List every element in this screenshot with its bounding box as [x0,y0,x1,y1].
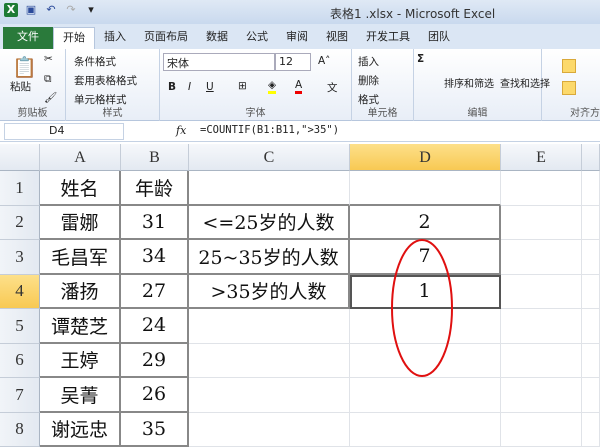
underline-button[interactable]: U [206,81,214,93]
cell-a8[interactable]: 谢远忠 [40,413,121,447]
editing-label: 编辑 [414,104,541,119]
save-icon[interactable]: ▣ [24,3,38,17]
tab-page-layout[interactable]: 页面布局 [135,27,197,49]
delete-cells-button[interactable]: 删除 [358,73,379,88]
window-title: 表格1 .xlsx - Microsoft Excel [330,5,495,22]
cell-b8[interactable]: 35 [121,413,189,447]
cell-d8[interactable] [350,413,501,447]
align-middle-button[interactable] [562,59,576,73]
styles-label: 样式 [66,104,159,119]
cells-label: 单元格 [352,104,413,119]
excel-icon[interactable]: X [4,3,18,17]
align-center-button[interactable] [562,81,576,95]
styles-group: 条件格式 套用表格格式 单元格样式 样式 [66,49,160,121]
customize-icon[interactable]: ▾ [84,3,98,17]
redo-icon[interactable]: ↷ [64,3,78,17]
tab-file[interactable]: 文件 [3,27,53,49]
formula-bar: D4 fx =COUNTIF(B1:B11,">35") [0,121,600,142]
font-color-icon[interactable]: A [295,79,302,94]
phonetic-icon[interactable]: 文 [327,80,338,95]
sort-filter-button[interactable]: 排序和筛选 [444,75,494,90]
tab-developer[interactable]: 开发工具 [357,27,419,49]
formula-input[interactable]: =COUNTIF(B1:B11,">35") [200,124,339,136]
paste-button[interactable]: 粘贴 [10,79,31,94]
cell-f8[interactable] [582,413,600,447]
cut-icon[interactable]: ✂ [44,53,53,65]
format-painter-icon[interactable]: 🖌 [44,91,57,104]
alignment-group: 对齐方 [542,49,600,121]
clipboard-group: 📋 粘贴 ✂ ⧉ 🖌 剪贴板 [0,49,66,121]
italic-button[interactable]: I [188,81,191,93]
tab-team[interactable]: 团队 [419,27,459,49]
conditional-format-button[interactable]: 条件格式 [74,54,116,69]
cell-e8[interactable] [501,413,582,447]
paste-icon[interactable]: 📋 [12,55,37,79]
tab-review[interactable]: 审阅 [277,27,317,49]
name-box[interactable]: D4 [4,123,124,140]
font-name-select[interactable]: 宋体 [163,53,275,71]
copy-icon[interactable]: ⧉ [44,73,52,86]
fill-color-icon[interactable]: ◈ [268,79,276,94]
tab-insert[interactable]: 插入 [95,27,135,49]
cell-c8[interactable] [189,413,350,447]
clipboard-label: 剪贴板 [0,104,65,119]
row-header-8[interactable]: 8 [0,413,40,447]
editing-group: Σ 排序和筛选 查找和选择 编辑 [414,49,542,121]
border-icon[interactable]: ⊞ [238,80,247,92]
red-ellipse-annotation [0,142,600,400]
autosum-button[interactable]: Σ [417,53,424,65]
spreadsheet-grid: A B C D E 1姓名年龄2雷娜31<=25岁的人数23毛昌军3425~35… [0,142,600,400]
tab-view[interactable]: 视图 [317,27,357,49]
format-as-table-button[interactable]: 套用表格格式 [74,73,137,88]
ribbon: 📋 粘贴 ✂ ⧉ 🖌 剪贴板 条件格式 套用表格格式 单元格样式 样式 宋体 1… [0,49,600,121]
quick-access-toolbar: X ▣ ↶ ↷ ▾ [4,3,98,17]
tab-formulas[interactable]: 公式 [237,27,277,49]
insert-cells-button[interactable]: 插入 [358,54,379,69]
bold-button[interactable]: B [168,81,176,93]
font-label: 字体 [160,104,351,119]
tab-data[interactable]: 数据 [197,27,237,49]
title-bar: X ▣ ↶ ↷ ▾ 表格1 .xlsx - Microsoft Excel [0,0,600,24]
cells-group: 插入 删除 格式 单元格 [352,49,414,121]
insert-function-icon[interactable]: fx [176,124,186,137]
font-size-select[interactable]: 12 [275,53,311,71]
ribbon-tabs: 文件 开始 插入 页面布局 数据 公式 审阅 视图 开发工具 团队 [0,24,600,49]
alignment-label: 对齐方 [542,104,600,119]
font-group: 宋体 12 A˄ B I U ⊞ ◈ A 文 字体 [160,49,352,121]
undo-icon[interactable]: ↶ [44,3,58,17]
grow-font-icon[interactable]: A˄ [318,55,330,67]
tab-home[interactable]: 开始 [53,27,95,49]
